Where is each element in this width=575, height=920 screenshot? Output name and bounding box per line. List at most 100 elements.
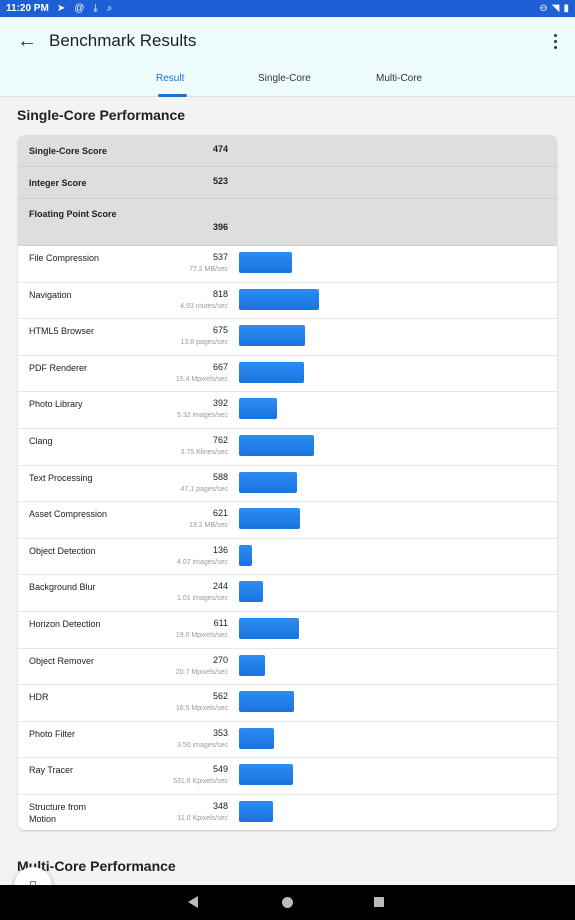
score-bar <box>239 764 293 786</box>
test-score: 621 <box>212 508 228 519</box>
score-bar <box>239 618 299 639</box>
test-rate: 13.8 pages/sec <box>180 339 228 347</box>
test-score: 353 <box>212 727 228 738</box>
score-bar <box>239 654 265 676</box>
test-rate: 16.5 Mpixels/sec <box>175 705 228 713</box>
nav-home-icon[interactable] <box>282 897 293 908</box>
test-row: Navigation 818 4.93 routes/sec <box>18 283 557 320</box>
test-rate: 5.32 images/sec <box>177 412 228 420</box>
test-rate: 4.93 routes/sec <box>180 302 228 310</box>
dnd-icon: ⊖ <box>539 2 548 14</box>
test-name: Photo Library <box>29 399 83 410</box>
test-name: Object Detection <box>29 545 96 556</box>
score-bar <box>239 288 319 310</box>
test-row: Structure from Motion 348 11.0 Kpixels/sec <box>18 795 557 830</box>
search-icon: ⌕ <box>106 2 113 14</box>
summary-label: Floating Point Score <box>29 209 117 219</box>
test-row: PDF Renderer 667 15.4 Mpixels/sec <box>18 356 557 393</box>
tab-multi-core[interactable]: Multi-Core <box>376 73 422 84</box>
test-name: File Compression <box>29 253 100 263</box>
test-row: Object Detection 136 4.07 images/sec <box>18 539 557 576</box>
test-score: 549 <box>212 764 228 775</box>
test-row: Clang 762 3.75 Klines/sec <box>18 429 557 466</box>
score-bar <box>239 691 294 713</box>
test-name: Object Remover <box>29 655 95 666</box>
back-arrow-icon[interactable]: ← <box>16 30 38 52</box>
test-row: HTML5 Browser 675 13.8 pages/sec <box>18 319 557 356</box>
summary-label: Single-Core Score <box>29 146 108 156</box>
single-core-card: Single-Core Score 474 Integer Score 523 … <box>18 135 557 830</box>
score-bar <box>239 252 292 273</box>
status-bar: 11:20 PM ➤ @ ⤓ ⌕ ⊖ ◥ ▮ <box>0 0 575 17</box>
single-core-section-title: Single-Core Performance <box>17 107 186 123</box>
test-row: Object Remover 270 20.7 Mpixels/sec <box>18 649 557 686</box>
test-rate: 11.0 Kpixels/sec <box>177 815 228 822</box>
test-rate: 531.6 Kpixels/sec <box>173 778 228 786</box>
test-name: HTML5 Browser <box>29 326 95 337</box>
test-rate: 15.4 Mpixels/sec <box>175 375 228 383</box>
score-bar <box>239 508 300 530</box>
summary-value: 523 <box>212 176 228 186</box>
test-rate: 77.2 MB/sec <box>189 266 228 273</box>
test-score: 136 <box>212 544 228 555</box>
test-rate: 47.1 pages/sec <box>180 485 228 493</box>
telegram-icon: ➤ <box>56 2 66 14</box>
test-rate: 3.50 images/sec <box>177 741 228 749</box>
test-score: 348 <box>212 801 228 811</box>
battery-icon: ▮ <box>563 2 569 14</box>
summary-label: Integer Score <box>29 178 87 188</box>
test-rate: 20.7 Mpixels/sec <box>175 668 228 676</box>
test-rate: 1.01 images/sec <box>177 595 228 603</box>
test-row: Photo Filter 353 3.50 images/sec <box>18 722 557 759</box>
test-row: HDR 562 16.5 Mpixels/sec <box>18 685 557 722</box>
test-row: Text Processing 588 47.1 pages/sec <box>18 466 557 503</box>
test-score: 675 <box>212 325 228 336</box>
test-name: Ray Tracer <box>29 765 74 776</box>
score-bar <box>239 544 252 566</box>
score-bar <box>239 801 273 822</box>
test-name: Background Blur <box>29 582 96 593</box>
test-row: Horizon Detection 611 19.0 Mpixels/sec <box>18 612 557 649</box>
test-name: Text Processing <box>29 472 93 483</box>
nav-back-icon[interactable] <box>188 896 198 908</box>
test-score: 611 <box>213 618 228 628</box>
test-name: Photo Filter <box>29 728 76 739</box>
at-icon: @ <box>74 2 85 14</box>
summary-row-integer: Integer Score 523 <box>18 167 557 199</box>
more-options-icon[interactable] <box>549 30 561 52</box>
app-bar: ← Benchmark Results Result Single-Core M… <box>0 17 575 97</box>
test-score: 270 <box>212 654 228 665</box>
tab-single-core[interactable]: Single-Core <box>258 73 311 84</box>
test-score: 588 <box>212 471 228 482</box>
test-name: Asset Compression <box>29 509 108 520</box>
test-name: Structure from Motion <box>29 802 87 824</box>
test-rate: 4.07 images/sec <box>177 558 228 566</box>
nav-recents-icon[interactable] <box>374 897 384 907</box>
test-rate: 19.2 MB/sec <box>189 522 228 530</box>
test-score: 818 <box>212 288 228 299</box>
test-row: File Compression 537 77.2 MB/sec <box>18 246 557 283</box>
test-score: 667 <box>212 361 228 372</box>
test-rate: 19.0 Mpixels/sec <box>175 632 228 639</box>
summary-row-single-core: Single-Core Score 474 <box>18 135 557 167</box>
test-row: Background Blur 244 1.01 images/sec <box>18 575 557 612</box>
score-bar <box>239 398 277 420</box>
summary-value: 396 <box>212 222 228 232</box>
test-score: 392 <box>212 398 228 409</box>
test-score: 762 <box>212 435 228 445</box>
score-bar <box>239 325 305 347</box>
score-bar <box>239 361 304 383</box>
tab-result[interactable]: Result <box>156 73 184 84</box>
score-bar <box>239 471 297 493</box>
page-title: Benchmark Results <box>49 31 197 50</box>
score-bar <box>239 727 274 749</box>
download-icon: ⤓ <box>93 2 98 14</box>
active-tab-indicator <box>158 94 187 97</box>
test-row: Photo Library 392 5.32 images/sec <box>18 392 557 429</box>
test-score: 244 <box>212 581 228 592</box>
test-score: 562 <box>212 691 228 702</box>
score-bar <box>239 435 314 456</box>
test-rate: 3.75 Klines/sec <box>180 449 228 456</box>
test-row: Asset Compression 621 19.2 MB/sec <box>18 502 557 539</box>
tab-bar: Result Single-Core Multi-Core <box>0 67 575 97</box>
